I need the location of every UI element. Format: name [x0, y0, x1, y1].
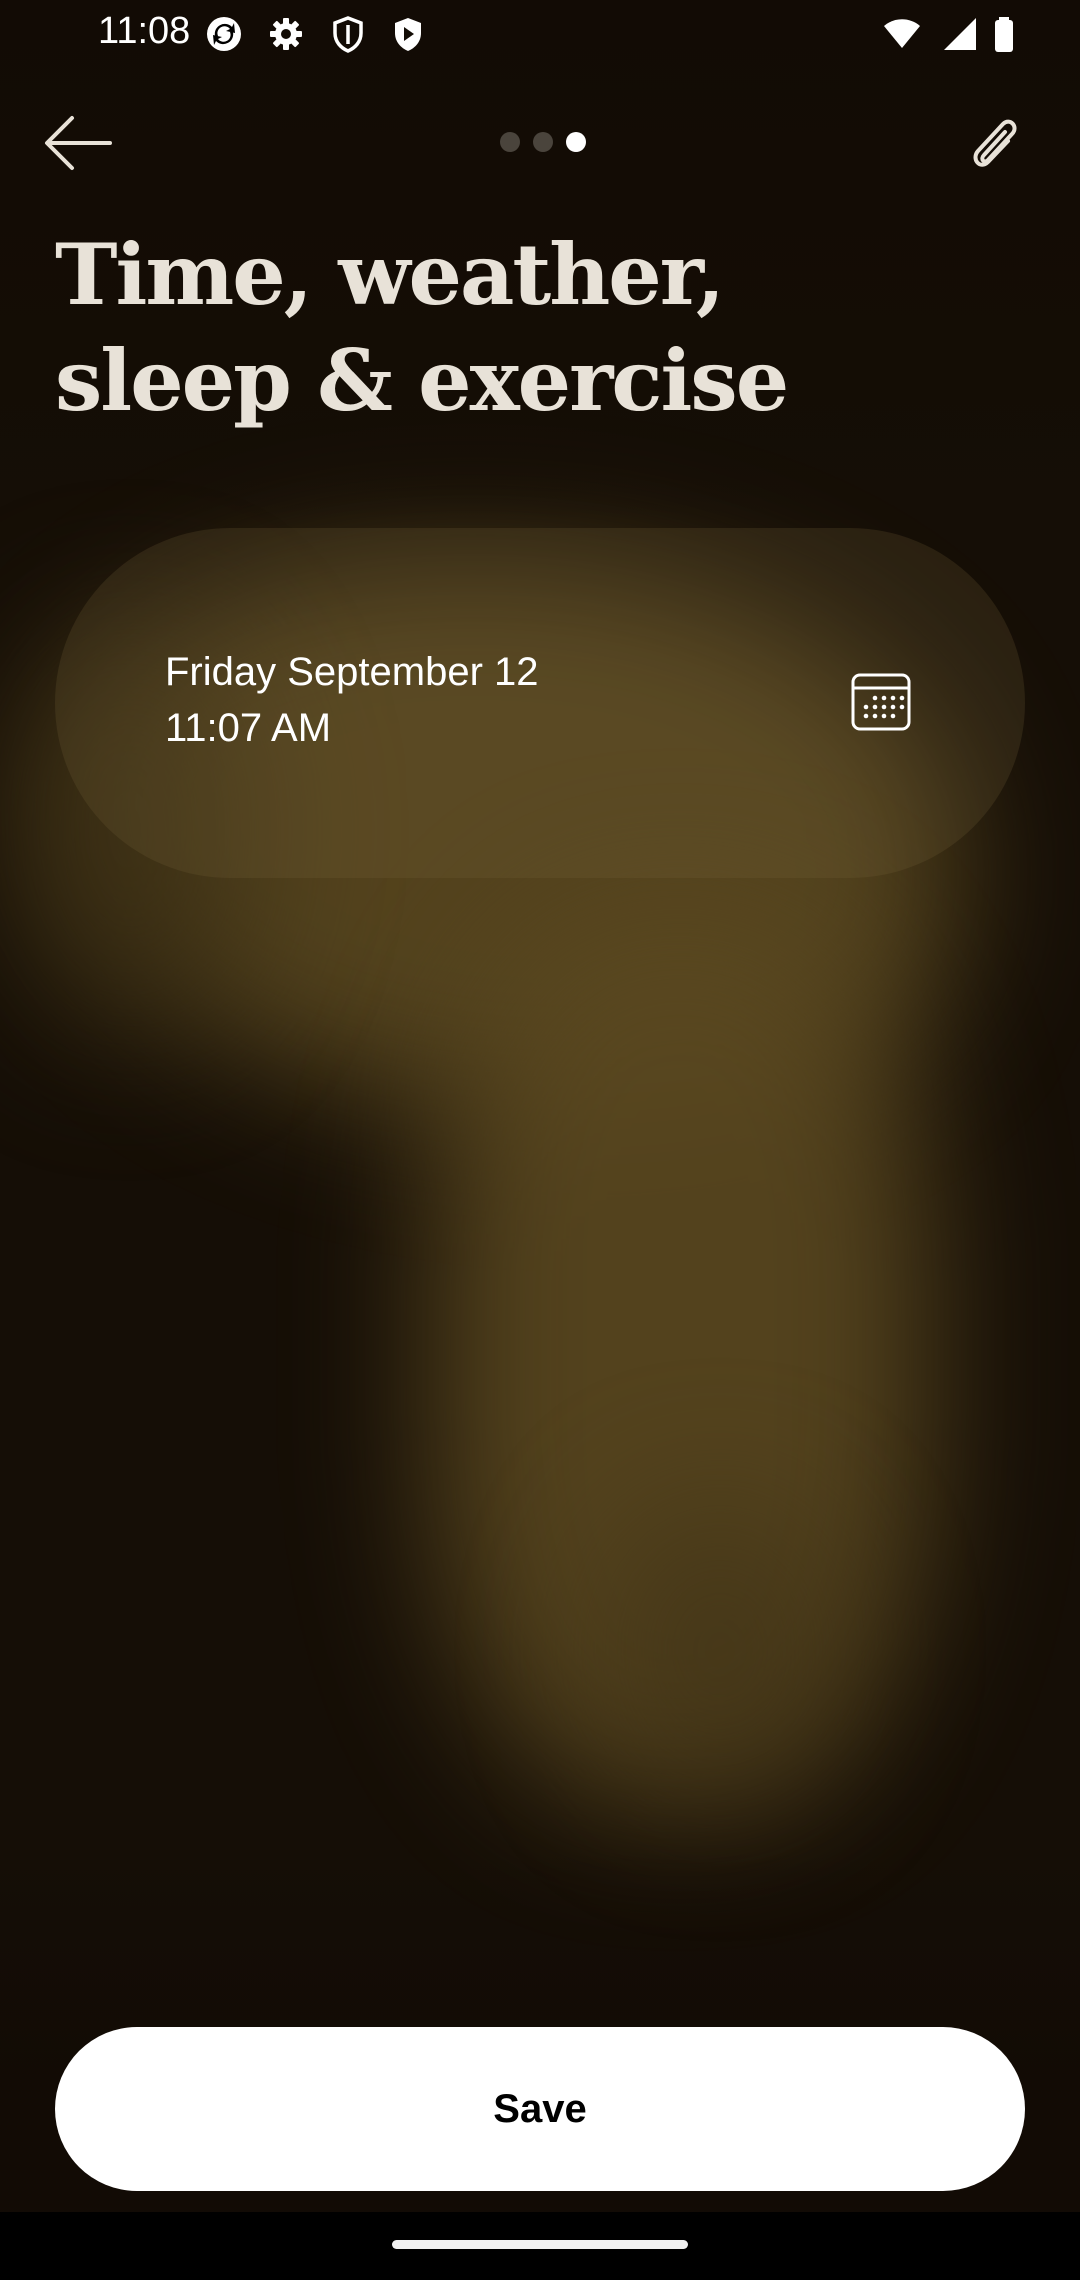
date-time-picker[interactable]: Friday September 12 11:07 AM	[55, 528, 1025, 878]
battery-icon	[984, 14, 1024, 54]
arrow-left-icon	[45, 116, 112, 170]
paperclip-icon	[973, 119, 1017, 167]
attach-button[interactable]	[958, 110, 1028, 180]
back-button[interactable]	[36, 108, 120, 178]
settings-gear-icon	[266, 14, 306, 54]
wifi-icon	[882, 14, 922, 54]
calendar-icon[interactable]	[849, 670, 913, 734]
title-line: sleep & exercise	[55, 331, 789, 430]
page-title: Time, weather, sleep & exercise	[55, 222, 955, 434]
home-indicator[interactable]	[392, 2240, 688, 2249]
shield-icon	[328, 14, 368, 54]
page-dot-active	[566, 132, 586, 152]
signal-icon	[940, 14, 980, 54]
background-glow	[600, 1500, 840, 1800]
date-text: Friday September 12	[165, 650, 539, 694]
title-line: Time, weather,	[55, 225, 725, 324]
save-button[interactable]: Save	[55, 2027, 1025, 2191]
page-indicator	[500, 132, 600, 152]
status-time: 11:08	[98, 10, 191, 52]
sync-icon	[204, 14, 244, 54]
play-protect-icon	[388, 14, 428, 54]
page-dot	[500, 132, 520, 152]
status-bar: 11:08	[0, 0, 1080, 66]
time-text: 11:07 AM	[165, 706, 332, 750]
page-dot	[533, 132, 553, 152]
